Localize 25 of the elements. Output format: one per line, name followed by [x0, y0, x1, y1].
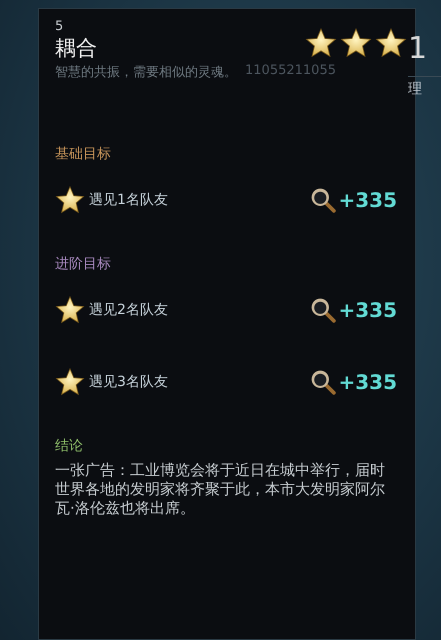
section-title: 进阶目标: [55, 255, 112, 273]
goal-text: 遇见3名队友: [89, 373, 169, 391]
section-title: 结论: [55, 437, 84, 455]
side-value: 1: [408, 32, 428, 66]
reward-amount: +335: [338, 370, 397, 394]
star-icon: [55, 367, 85, 397]
goal-text: 遇见2名队友: [89, 301, 169, 319]
quest-title: 耦合: [55, 35, 97, 61]
quest-subtitle: 智慧的共振，需要相似的灵魂。: [55, 64, 237, 81]
conclusion-text: 一张广告：工业博览会将于近日在城中举行，届时世界各地的发明家将齐聚于此，本市大发明家阿尔瓦·洛伦兹也将出席。: [55, 461, 386, 518]
star-icon: [55, 295, 85, 325]
star-icon: [340, 27, 372, 59]
quest-number: 5: [55, 19, 64, 35]
section-title: 基础目标: [55, 145, 112, 163]
star-icon: [55, 185, 85, 215]
star-icon: [305, 27, 337, 59]
star-icon: [375, 27, 407, 59]
reward-amount: +335: [338, 298, 397, 322]
magnifier-icon: [310, 297, 336, 323]
magnifier-icon: [310, 187, 336, 213]
goal-text: 遇见1名队友: [89, 191, 169, 209]
magnifier-icon: [310, 369, 336, 395]
faint-code: 11055211055: [245, 63, 336, 80]
side-label: 理: [408, 76, 441, 98]
reward-amount: +335: [338, 188, 397, 212]
